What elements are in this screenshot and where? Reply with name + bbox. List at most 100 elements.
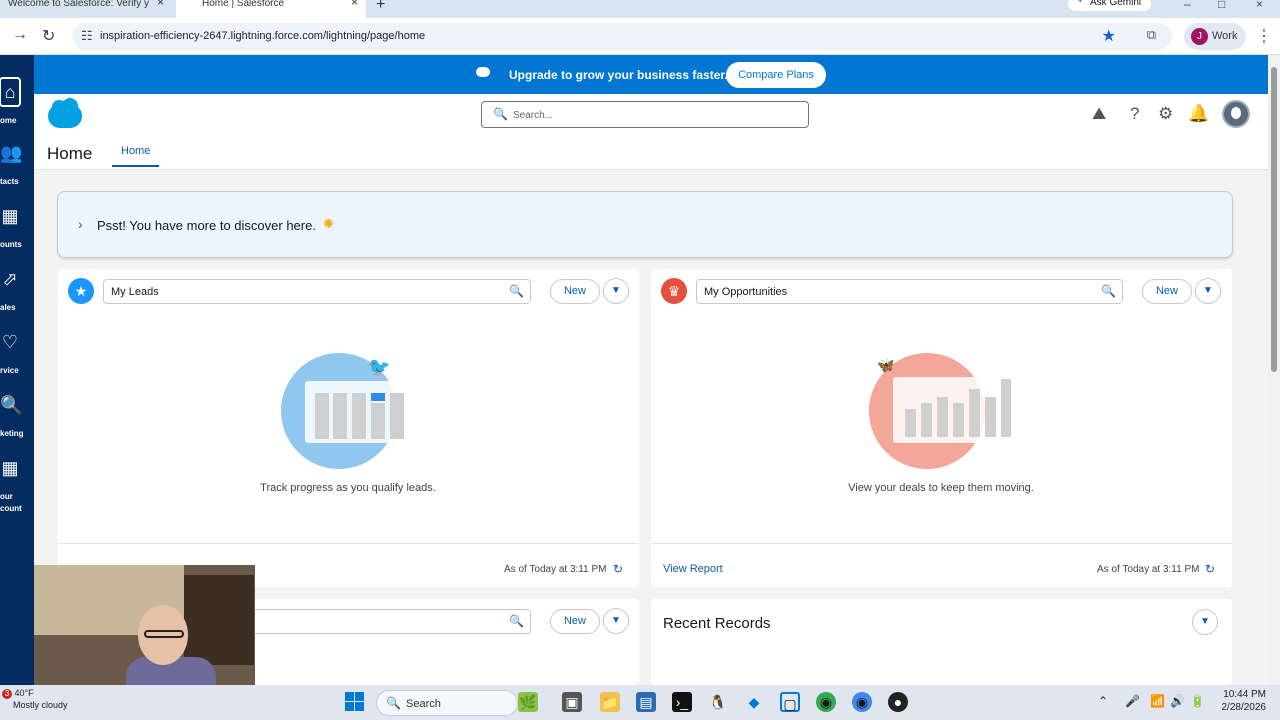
- terminal-icon[interactable]: ›_: [672, 692, 692, 712]
- bird-icon: 🐦: [368, 357, 391, 377]
- butterfly-icon: 🦋: [877, 357, 895, 373]
- webcam-overlay: [34, 565, 255, 690]
- browser-tab-home[interactable]: Home | Salesforce ×: [176, 0, 366, 18]
- battery-icon[interactable]: 🔋: [1190, 694, 1205, 708]
- chevron-right-icon[interactable]: ›: [78, 216, 83, 232]
- opportunities-card: ♛ My Opportunities 🔍 New ▼ 🦋 View your d…: [651, 269, 1232, 587]
- nav-label: rvice: [0, 366, 19, 375]
- bell-icon[interactable]: 🔔: [1188, 104, 1209, 124]
- taskbar-search-input[interactable]: 🔍 Search: [376, 690, 518, 716]
- home-icon: ⌂: [0, 77, 21, 107]
- close-tab-icon[interactable]: ×: [351, 0, 358, 8]
- leads-list-view-select[interactable]: My Leads 🔍: [103, 279, 531, 304]
- profile-avatar: J: [1191, 28, 1208, 45]
- global-header: 🔍 Search... ⛰ ? ⚙ 🔔: [34, 94, 1268, 140]
- accounts-icon: ▦: [1, 206, 19, 226]
- crown-icon: ♛: [661, 278, 687, 304]
- linux-icon[interactable]: 🐧: [708, 692, 728, 712]
- reload-icon[interactable]: ↻: [42, 26, 55, 46]
- maximize-icon[interactable]: □: [1218, 0, 1225, 11]
- widgets-icon[interactable]: 🌿: [518, 692, 538, 712]
- view-report-link[interactable]: View Report: [663, 563, 723, 575]
- app-window-icon[interactable]: ▢: [780, 692, 800, 712]
- nav-label: our count: [0, 492, 22, 513]
- as-of-timestamp: As of Today at 3:11 PM: [504, 564, 607, 575]
- leads-icon: ★: [68, 278, 94, 304]
- system-clock[interactable]: 10:44 PM 2/28/2026: [1214, 688, 1267, 714]
- notification-badge: 3: [2, 689, 12, 699]
- task-view-icon[interactable]: ▣: [562, 692, 582, 712]
- opportunities-list-view-select[interactable]: My Opportunities 🔍: [696, 279, 1123, 304]
- salesforce-logo[interactable]: [48, 98, 82, 128]
- ask-gemini-button[interactable]: ✦ Ask Gemini: [1068, 0, 1152, 11]
- wifi-icon[interactable]: 📶: [1150, 694, 1165, 708]
- chevron-down-icon[interactable]: ▼: [1195, 278, 1221, 304]
- chrome-icon[interactable]: ◉: [816, 692, 836, 712]
- chevron-down-icon[interactable]: ▼: [603, 608, 629, 634]
- service-icon: ♡: [1, 332, 19, 352]
- new-button[interactable]: New: [550, 609, 600, 634]
- close-window-icon[interactable]: ×: [1256, 0, 1263, 11]
- vscode-icon[interactable]: ◆: [744, 692, 764, 712]
- time: 10:44 PM: [1223, 689, 1266, 700]
- tab-title: Home | Salesforce: [202, 0, 285, 9]
- store-icon[interactable]: ▤: [636, 692, 656, 712]
- new-tab-button[interactable]: +: [376, 0, 385, 14]
- compare-plans-button[interactable]: Compare Plans: [726, 62, 826, 88]
- search-icon: 🔍: [509, 614, 524, 628]
- chevron-up-icon[interactable]: ⌃: [1098, 694, 1108, 708]
- upgrade-text: Upgrade to grow your business faster.: [509, 68, 728, 82]
- sales-icon: ⬀: [2, 269, 18, 289]
- refresh-icon[interactable]: ↻: [613, 562, 623, 576]
- weather-widget[interactable]: 3 40°F Mostly cloudy: [2, 687, 68, 711]
- browser-profile-button[interactable]: J Work: [1184, 23, 1246, 50]
- browser-menu-icon[interactable]: ⋮: [1256, 26, 1272, 46]
- close-tab-icon[interactable]: ×: [157, 0, 164, 8]
- recent-records-card: Recent Records ▼: [651, 599, 1232, 685]
- search-icon: 🔍: [493, 107, 508, 121]
- forward-icon[interactable]: →: [12, 26, 28, 44]
- salesforce-cloud-icon: [476, 67, 490, 77]
- search-placeholder: Search...: [513, 110, 554, 121]
- as-of-timestamp: As of Today at 3:11 PM: [1097, 564, 1200, 575]
- chrome-profile-icon[interactable]: ◉: [852, 692, 872, 712]
- url-bar[interactable]: ☷ inspiration-efficiency-2647.lightning.…: [72, 23, 1172, 50]
- global-search-input[interactable]: 🔍 Search...: [481, 101, 809, 128]
- leads-caption: Track progress as you qualify leads.: [260, 482, 436, 494]
- discover-banner[interactable]: › Psst! You have more to discover here. …: [57, 191, 1233, 258]
- chart-panel: [893, 377, 1015, 443]
- left-navigation: ⌂ ome 👥 tacts ▦ ounts ⬀ ales ♡ rvice 🔍 k…: [0, 55, 34, 685]
- user-avatar[interactable]: [1222, 100, 1250, 128]
- site-info-icon[interactable]: ☷: [81, 28, 93, 44]
- scrollbar-thumb[interactable]: [1271, 67, 1277, 372]
- file-explorer-icon[interactable]: 📁: [600, 692, 620, 712]
- trailhead-icon[interactable]: ⛰: [1092, 104, 1106, 124]
- taskbar-search-placeholder: Search: [406, 698, 441, 710]
- new-lead-button[interactable]: New: [550, 279, 600, 304]
- search-icon: 🔍: [386, 696, 401, 710]
- help-icon[interactable]: ?: [1130, 104, 1139, 124]
- list-view-label: My Opportunities: [704, 286, 788, 298]
- speaker-icon[interactable]: 🔊: [1170, 694, 1185, 708]
- page-scrollbar[interactable]: [1268, 55, 1280, 685]
- tab-home[interactable]: Home: [112, 145, 160, 167]
- minimize-icon[interactable]: –: [1184, 0, 1191, 11]
- windows-start-icon[interactable]: [345, 692, 364, 711]
- obs-icon[interactable]: ●: [888, 692, 908, 712]
- search-icon: 🔍: [1101, 284, 1116, 298]
- bookmark-star-icon[interactable]: ★: [1102, 26, 1116, 46]
- cast-icon[interactable]: ⧉: [1147, 27, 1156, 43]
- address-bar-row: → ↻ ☷ inspiration-efficiency-2647.lightn…: [0, 18, 1280, 55]
- microphone-icon[interactable]: 🎤: [1125, 694, 1140, 708]
- browser-tab-welcome[interactable]: Welcome to Salesforce: Verify y ×: [0, 0, 172, 18]
- temperature: 40°F: [14, 688, 34, 698]
- gear-icon[interactable]: ⚙: [1158, 104, 1173, 124]
- new-opportunity-button[interactable]: New: [1142, 279, 1192, 304]
- nav-label: tacts: [0, 177, 19, 186]
- refresh-icon[interactable]: ↻: [1205, 562, 1215, 576]
- browser-tab-strip: Welcome to Salesforce: Verify y × Home |…: [0, 0, 1280, 18]
- chevron-down-icon[interactable]: ▼: [1192, 609, 1218, 635]
- opportunities-caption: View your deals to keep them moving.: [848, 482, 1034, 494]
- profile-label: Work: [1212, 30, 1238, 42]
- chevron-down-icon[interactable]: ▼: [603, 278, 629, 304]
